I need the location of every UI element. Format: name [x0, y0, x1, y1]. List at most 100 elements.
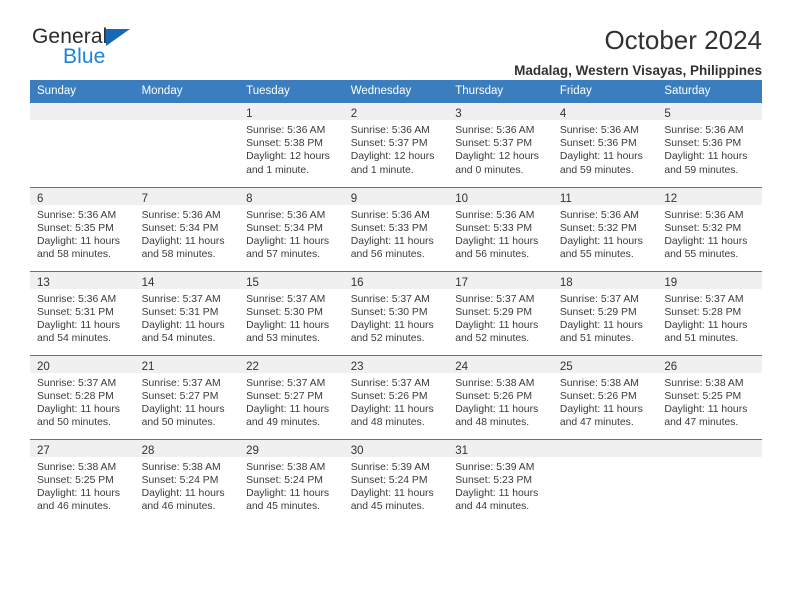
day-detail-line: Daylight: 11 hours — [455, 403, 539, 415]
calendar-day-cell[interactable]: 8 Sunrise: 5:36 AM Sunset: 5:34 PM Daylight… — [239, 186, 344, 271]
day-detail-line: Daylight: 11 hours — [664, 151, 748, 163]
calendar-day-cell[interactable]: 12 Sunrise: 5:36 AM Sunset: 5:32 PM Dayligh… — [657, 186, 762, 271]
calendar-day-cell[interactable] — [552, 438, 658, 523]
day-cell-content: 10 Sunrise: 5:36 AM Sunset: 5:33 PM Dayligh… — [448, 187, 553, 271]
calendar-day-cell[interactable]: 5 Sunrise: 5:36 AM Sunset: 5:36 PM Daylight… — [657, 103, 762, 187]
calendar-day-cell[interactable]: 15 Sunrise: 5:37 AM Sunset: 5:30 PM Dayligh… — [239, 270, 344, 355]
calendar-day-cell[interactable]: 27 Sunrise: 5:38 AM Sunset: 5:25 PM Dayligh… — [30, 438, 135, 523]
calendar-day-cell[interactable]: 2 Sunrise: 5:36 AM Sunset: 5:37 PM Daylight… — [343, 103, 449, 187]
calendar-day-cell[interactable]: 16 Sunrise: 5:37 AM Sunset: 5:30 PM Dayligh… — [343, 270, 449, 355]
calendar-day-cell[interactable]: 1 Sunrise: 5:36 AM Sunset: 5:38 PM Daylight… — [239, 103, 344, 187]
day-detail-line: and 55 minutes. — [559, 249, 634, 261]
day-detail-line: Sunset: 5:23 PM — [455, 474, 533, 486]
day-number: 22 — [246, 360, 259, 373]
day-detail-line: Daylight: 11 hours — [37, 319, 120, 331]
calendar-day-cell[interactable]: 23 Sunrise: 5:37 AM Sunset: 5:26 PM Dayligh… — [343, 354, 449, 439]
day-number-band: 26 — [657, 355, 762, 373]
day-detail-line: Sunrise: 5:36 AM — [246, 125, 326, 136]
calendar-day-cell[interactable]: 3 Sunrise: 5:36 AM Sunset: 5:37 PM Daylight… — [448, 103, 553, 187]
day-detail-line: Daylight: 11 hours — [455, 487, 539, 499]
day-detail-line: and 50 minutes. — [37, 417, 111, 429]
day-detail-line: Sunset: 5:25 PM — [664, 390, 742, 402]
day-detail-line: Daylight: 12 hours — [350, 151, 435, 163]
day-number-band: 21 — [134, 355, 240, 373]
calendar-day-cell[interactable]: 11 Sunrise: 5:36 AM Sunset: 5:32 PM Dayligh… — [552, 186, 658, 271]
day-detail-line: Daylight: 11 hours — [455, 319, 539, 331]
day-detail-line: Daylight: 11 hours — [37, 403, 120, 415]
day-detail-line: Sunrise: 5:37 AM — [37, 377, 117, 389]
day-cell-content: 3 Sunrise: 5:36 AM Sunset: 5:37 PM Daylight… — [448, 103, 553, 187]
page-subtitle: Madalag, Western Visayas, Philippines — [514, 62, 762, 78]
day-cell-details: Sunrise: 5:36 AM Sunset: 5:38 PM Daylight:… — [239, 120, 344, 177]
day-detail-line: Sunset: 5:25 PM — [37, 474, 114, 486]
day-detail-line: Sunset: 5:28 PM — [37, 390, 114, 402]
calendar-day-cell[interactable]: 17 Sunrise: 5:37 AM Sunset: 5:29 PM Dayligh… — [448, 270, 553, 355]
calendar-day-cell[interactable] — [30, 103, 135, 187]
day-detail-line: and 45 minutes. — [246, 501, 321, 513]
day-cell-content: 28 Sunrise: 5:38 AM Sunset: 5:24 PM Dayligh… — [134, 439, 240, 524]
day-number: 6 — [37, 192, 44, 205]
calendar-day-cell[interactable]: 29 Sunrise: 5:38 AM Sunset: 5:24 PM Dayligh… — [239, 438, 344, 523]
day-cell-content: 21 Sunrise: 5:37 AM Sunset: 5:27 PM Dayligh… — [134, 355, 240, 439]
day-cell-details: Sunrise: 5:36 AM Sunset: 5:34 PM Daylight:… — [239, 205, 344, 262]
day-cell-details: Sunrise: 5:36 AM Sunset: 5:32 PM Daylight:… — [657, 205, 762, 262]
day-cell-details: Sunrise: 5:37 AM Sunset: 5:31 PM Daylight:… — [135, 289, 240, 346]
calendar-day-cell[interactable]: 10 Sunrise: 5:36 AM Sunset: 5:33 PM Dayligh… — [448, 186, 553, 271]
triangle-icon — [106, 29, 130, 46]
day-detail-line: Daylight: 11 hours — [559, 151, 643, 163]
day-number: 20 — [37, 360, 50, 373]
day-detail-line: Sunrise: 5:37 AM — [246, 293, 326, 305]
calendar-day-cell[interactable]: 18 Sunrise: 5:37 AM Sunset: 5:29 PM Dayligh… — [552, 270, 658, 355]
day-cell-details: Sunrise: 5:36 AM Sunset: 5:34 PM Daylight:… — [135, 205, 240, 262]
calendar-day-cell[interactable]: 31 Sunrise: 5:39 AM Sunset: 5:23 PM Dayligh… — [448, 438, 553, 523]
day-detail-line: Sunset: 5:30 PM — [246, 306, 323, 318]
day-detail-line: and 59 minutes. — [559, 164, 634, 176]
day-number: 8 — [246, 192, 253, 205]
weekday-header-tuesday: Tuesday — [239, 80, 344, 103]
logo-text-general: General — [32, 25, 108, 48]
calendar-day-cell[interactable]: 6 Sunrise: 5:36 AM Sunset: 5:35 PM Daylight… — [30, 186, 135, 271]
day-detail-line: Sunset: 5:37 PM — [350, 138, 428, 150]
day-detail-line: Daylight: 11 hours — [37, 235, 120, 247]
calendar-day-cell[interactable] — [134, 103, 240, 187]
calendar-day-cell[interactable]: 26 Sunrise: 5:38 AM Sunset: 5:25 PM Dayligh… — [657, 354, 762, 439]
calendar-day-cell[interactable]: 14 Sunrise: 5:37 AM Sunset: 5:31 PM Dayligh… — [134, 270, 240, 355]
calendar-day-cell[interactable]: 4 Sunrise: 5:36 AM Sunset: 5:36 PM Daylight… — [552, 103, 658, 187]
day-cell-details: Sunrise: 5:39 AM Sunset: 5:24 PM Daylight:… — [344, 457, 449, 514]
day-number: 4 — [559, 108, 567, 120]
day-cell-content: 12 Sunrise: 5:36 AM Sunset: 5:32 PM Dayligh… — [657, 187, 762, 271]
calendar-day-cell[interactable]: 22 Sunrise: 5:37 AM Sunset: 5:27 PM Dayligh… — [239, 354, 344, 439]
calendar-day-cell[interactable]: 13 Sunrise: 5:36 AM Sunset: 5:31 PM Dayligh… — [30, 270, 135, 355]
calendar-day-cell[interactable]: 19 Sunrise: 5:37 AM Sunset: 5:28 PM Dayligh… — [657, 270, 762, 355]
day-cell-content: 8 Sunrise: 5:36 AM Sunset: 5:34 PM Daylight… — [239, 187, 344, 271]
day-detail-line: Sunrise: 5:36 AM — [455, 209, 535, 221]
calendar-day-cell[interactable]: 28 Sunrise: 5:38 AM Sunset: 5:24 PM Dayligh… — [134, 438, 240, 524]
day-cell-details: Sunrise: 5:38 AM Sunset: 5:25 PM Daylight:… — [30, 457, 135, 514]
day-cell-content — [657, 439, 762, 524]
day-detail-line: and 0 minutes. — [455, 164, 524, 176]
day-detail-line: Sunrise: 5:38 AM — [37, 461, 117, 473]
calendar-day-cell[interactable]: 21 Sunrise: 5:37 AM Sunset: 5:27 PM Dayligh… — [134, 354, 240, 439]
day-detail-line: Daylight: 11 hours — [664, 319, 748, 331]
weekday-header-saturday: Saturday — [657, 80, 762, 103]
day-number-band — [657, 439, 762, 457]
calendar-day-cell[interactable]: 30 Sunrise: 5:39 AM Sunset: 5:24 PM Dayligh… — [343, 438, 449, 523]
day-detail-line: Sunrise: 5:36 AM — [455, 125, 535, 136]
calendar-day-cell[interactable]: 7 Sunrise: 5:36 AM Sunset: 5:34 PM Daylight… — [134, 186, 240, 271]
calendar-day-cell[interactable]: 20 Sunrise: 5:37 AM Sunset: 5:28 PM Dayligh… — [30, 354, 135, 439]
calendar-day-cell[interactable]: 25 Sunrise: 5:38 AM Sunset: 5:26 PM Dayligh… — [552, 354, 658, 439]
day-detail-line: Sunrise: 5:36 AM — [37, 293, 117, 305]
day-cell-details: Sunrise: 5:38 AM Sunset: 5:25 PM Daylight:… — [657, 373, 762, 430]
day-cell-details: Sunrise: 5:36 AM Sunset: 5:33 PM Daylight:… — [448, 205, 553, 262]
day-detail-line: Sunrise: 5:36 AM — [664, 125, 744, 136]
day-detail-line: Sunrise: 5:38 AM — [559, 377, 639, 389]
day-number: 28 — [141, 444, 155, 457]
day-detail-line: and 48 minutes. — [350, 417, 425, 429]
day-number: 23 — [350, 360, 364, 373]
calendar-day-cell[interactable]: 9 Sunrise: 5:36 AM Sunset: 5:33 PM Daylight… — [343, 186, 449, 271]
day-detail-line: Sunrise: 5:37 AM — [455, 293, 535, 305]
calendar-day-cell[interactable]: 24 Sunrise: 5:38 AM Sunset: 5:26 PM Dayligh… — [448, 354, 553, 439]
day-detail-line: and 54 minutes. — [37, 333, 111, 345]
weekday-header-wednesday: Wednesday — [343, 80, 449, 103]
calendar-day-cell[interactable] — [657, 438, 762, 524]
